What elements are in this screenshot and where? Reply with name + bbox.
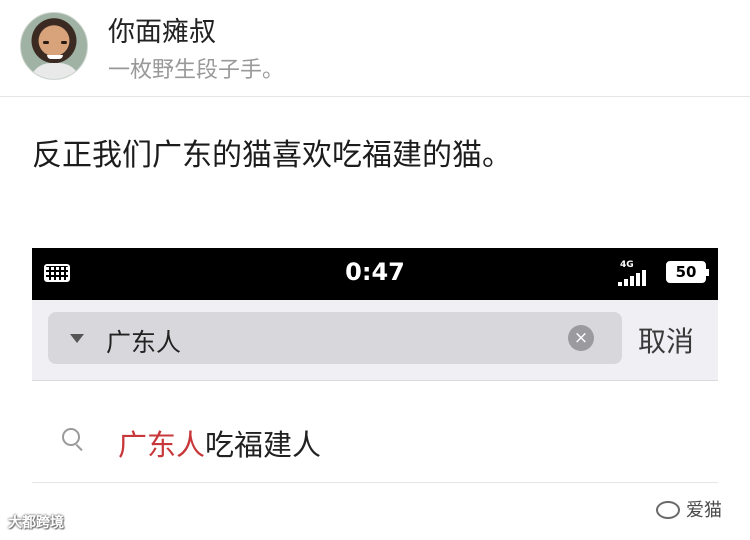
post-text: 反正我们广东的猫喜欢吃福建的猫。 [32,138,512,173]
search-bar: 广东人 × 取消 [32,300,718,381]
search-suggestion[interactable]: 广东人吃福建人 [32,398,718,483]
cancel-button[interactable]: 取消 [638,320,694,360]
suggestion-highlight: 广东人 [118,428,206,462]
network-label: 4G [620,260,634,270]
watermark-right-text: 爱猫 [686,500,722,521]
search-input[interactable]: 广东人 × [48,312,622,364]
watermark-right: 爱猫 [656,496,722,522]
avatar-mouth [47,55,63,59]
search-icon [62,428,80,446]
search-value[interactable]: 广东人 [106,323,181,359]
user-subtitle: 一枚野生段子手。 [108,58,285,83]
signal-icon [618,270,654,286]
battery-icon: 50 [666,261,709,283]
avatar[interactable] [20,12,88,80]
suggestion-rest: 吃福建人 [205,428,322,462]
status-time: 0:47 [345,258,405,286]
embedded-phone-screenshot: 0:47 4G 50 广东人 × 取消 广东人吃福建人 [32,248,718,484]
user-name[interactable]: 你面瘫叔 [108,10,216,49]
status-bar: 0:47 4G 50 [32,248,718,300]
watermark-left-text: 大都跨境 [8,515,64,531]
dropdown-icon[interactable] [70,334,84,343]
post-header: 你面瘫叔 一枚野生段子手。 [0,0,750,97]
clear-icon[interactable]: × [568,325,594,351]
wechat-icon [656,501,680,519]
avatar-eye-right [61,41,67,44]
watermark-left: 大都跨境 [8,512,64,532]
suggestion-text: 广东人吃福建人 [118,422,321,464]
avatar-shirt [29,63,81,79]
avatar-eye-left [43,41,49,44]
